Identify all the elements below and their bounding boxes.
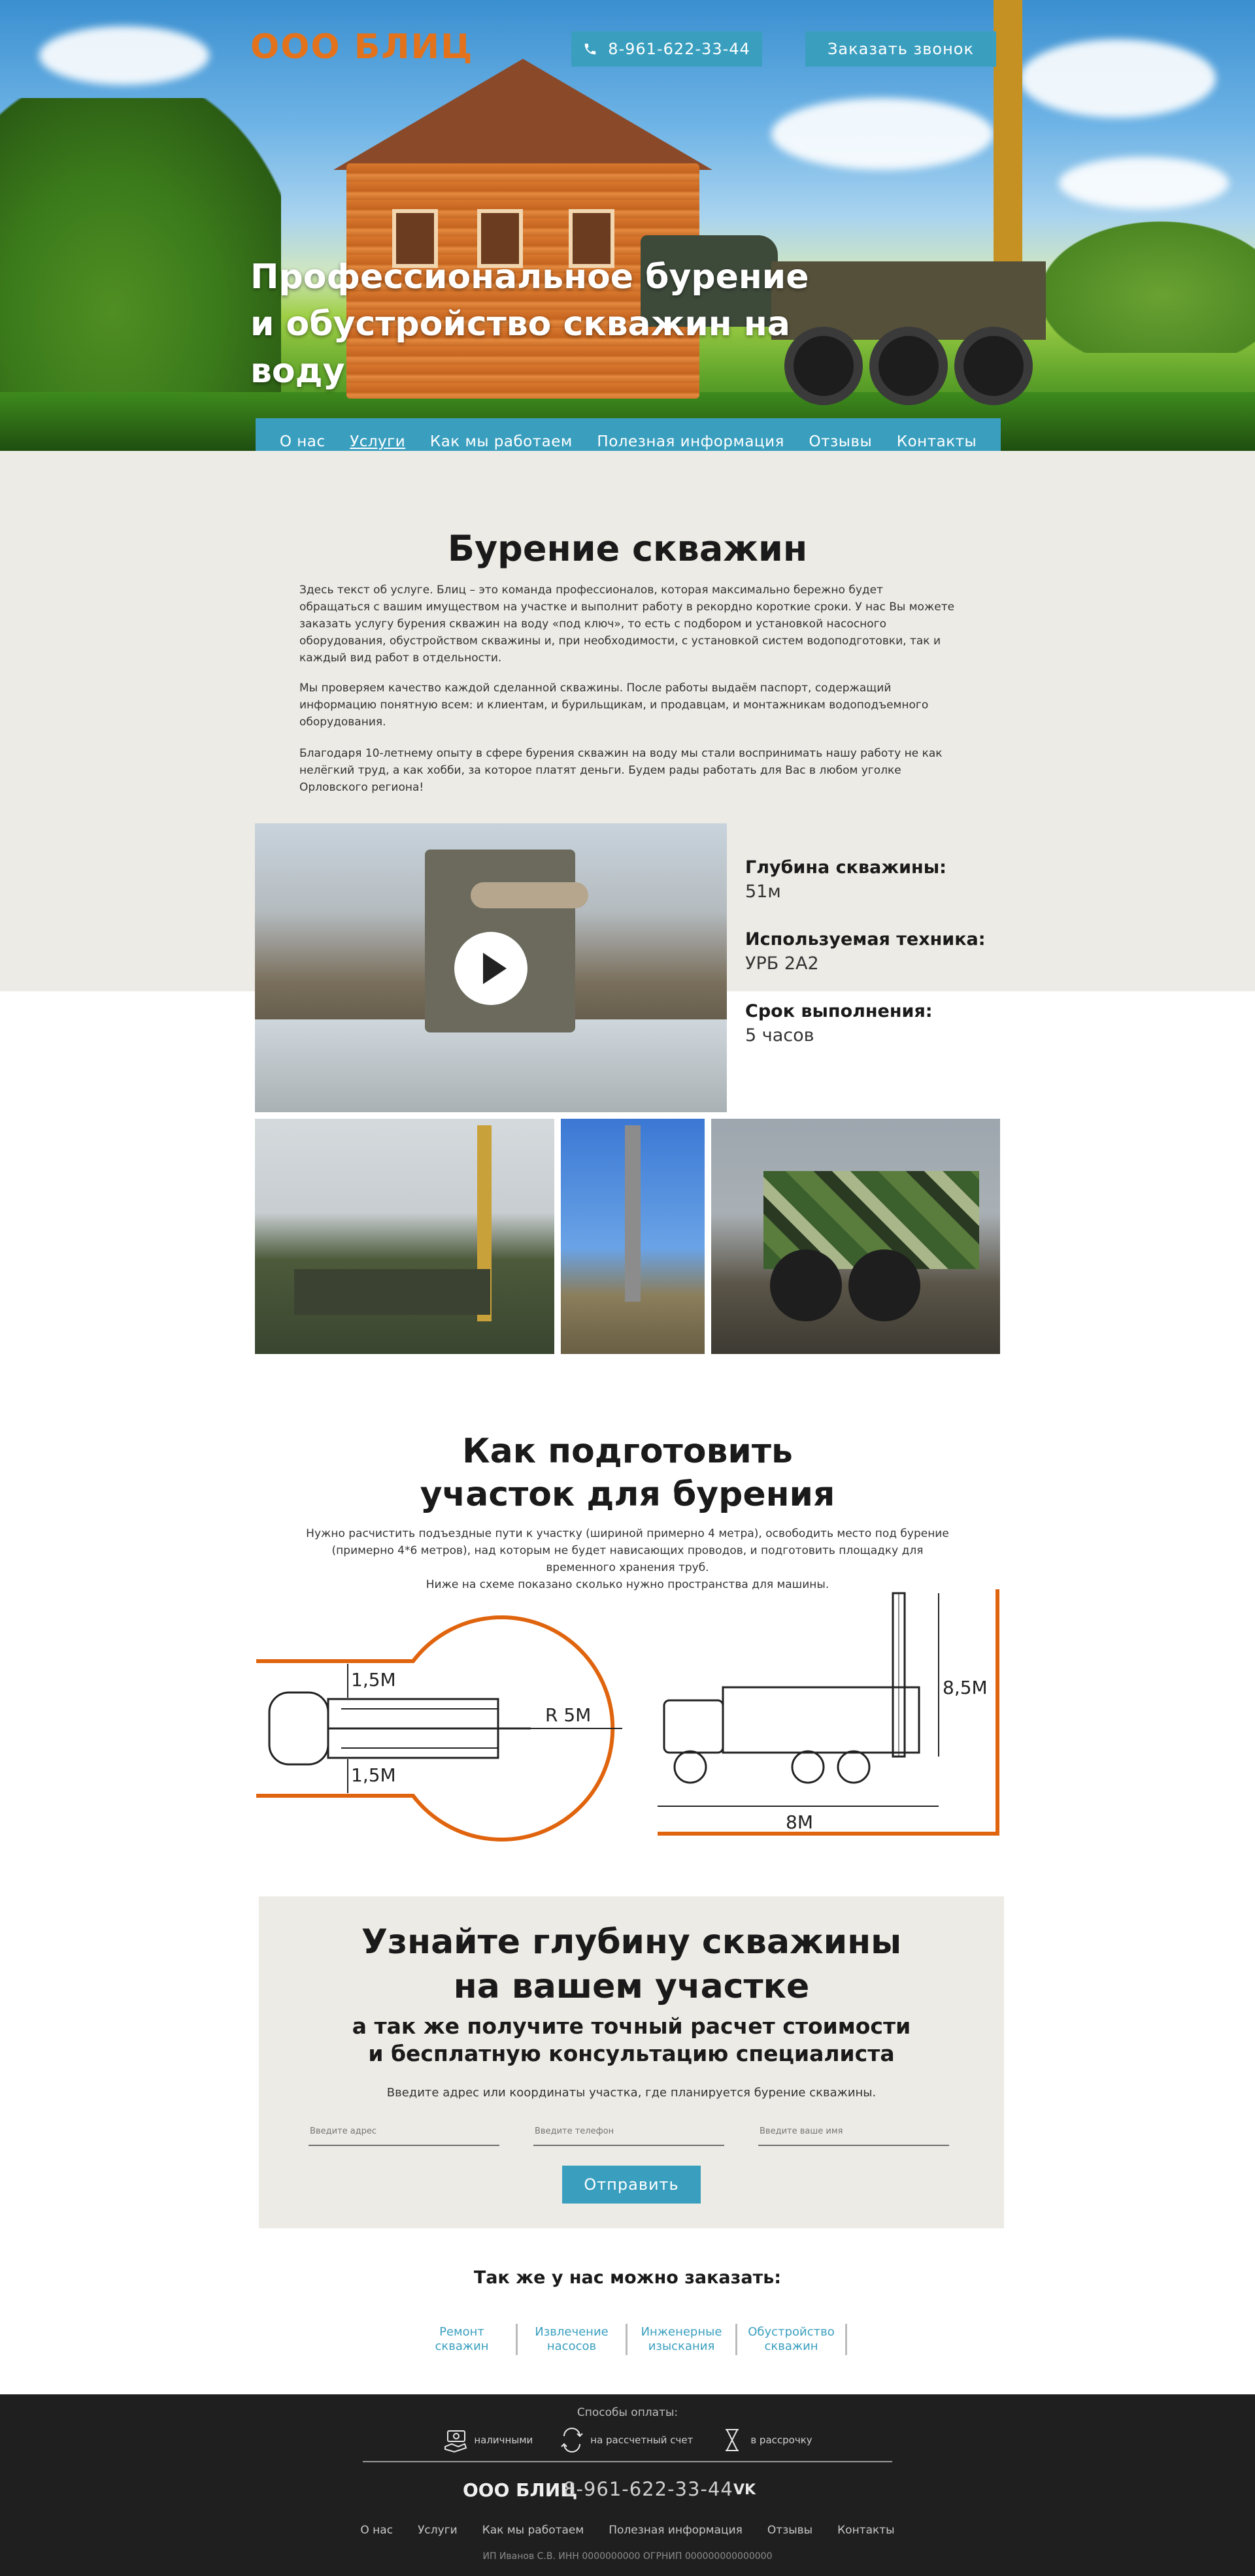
cloud bbox=[39, 26, 209, 85]
footer-nav-contacts[interactable]: Контакты bbox=[837, 2524, 895, 2537]
phone-number: 8-961-622-33-44 bbox=[608, 40, 750, 58]
prep-text-line-3: временного хранения труб. bbox=[546, 1561, 709, 1574]
depth-form-note: Введите адрес или координаты участка, гд… bbox=[386, 2086, 877, 2100]
depth-title-line-2: на вашем участке bbox=[453, 1967, 810, 2006]
footer-legal: ИП Иванов С.В. ИНН 0000000000 ОГРНИП 000… bbox=[482, 2551, 773, 2562]
phone-button[interactable]: 8-961-622-33-44 bbox=[571, 31, 762, 67]
prep-title-line-1: Как подготовить bbox=[462, 1432, 793, 1471]
payment-label: наличными bbox=[474, 2434, 533, 2446]
also-link-pump-extraction[interactable]: Извлечение насосов bbox=[518, 2324, 628, 2355]
also-order-title: Так же у нас можно заказать: bbox=[473, 2268, 782, 2288]
order-call-button[interactable]: Заказать звонок bbox=[805, 31, 996, 67]
depth-form-title: Узнайте глубину скважины на вашем участк… bbox=[259, 1920, 1004, 2009]
depth-sub-line-2: и бесплатную консультацию специалиста bbox=[368, 2041, 895, 2066]
payment-methods: наличными на рассчетный счет в рассрочку bbox=[0, 2427, 1255, 2453]
scheme-top-gap-label: 1,5М bbox=[351, 1669, 396, 1691]
footer-nav: О нас Услуги Как мы работаем Полезная ин… bbox=[0, 2524, 1255, 2537]
scheme-bottom-gap-label: 1,5М bbox=[351, 1764, 396, 1786]
payment-cash: наличными bbox=[443, 2427, 533, 2453]
footer-phone[interactable]: 8-961-622-33-44 bbox=[563, 2478, 733, 2500]
site-scheme-top-view: 1,5М 1,5М R 5М bbox=[256, 1615, 622, 1841]
scheme-radius-label: R 5М bbox=[545, 1704, 591, 1726]
hourglass-icon bbox=[726, 2429, 739, 2451]
also-link-line: изыскания bbox=[648, 2339, 715, 2353]
spec-label: Глубина скважины: bbox=[745, 857, 946, 878]
cash-hand-icon bbox=[444, 2430, 467, 2453]
scheme-boundary bbox=[658, 1589, 999, 1836]
footer-nav-services[interactable]: Услуги bbox=[418, 2524, 458, 2537]
gallery-photo-2[interactable] bbox=[561, 1119, 705, 1354]
footer-nav-reviews[interactable]: Отзывы bbox=[767, 2524, 812, 2537]
also-link-line: Инженерные bbox=[641, 2325, 722, 2339]
spec-duration: Срок выполнения: 5 часов bbox=[745, 1000, 994, 1048]
hero-title: Профессиональное бурение и обустройство … bbox=[250, 257, 809, 391]
cloud bbox=[771, 98, 994, 170]
transfer-icon bbox=[561, 2428, 583, 2452]
gallery-photo-3[interactable] bbox=[711, 1119, 1000, 1354]
nav-item-contacts[interactable]: Контакты bbox=[897, 433, 977, 450]
phone-icon bbox=[584, 43, 596, 55]
spec-label: Используемая техника: bbox=[745, 929, 986, 949]
nav-item-how-we-work[interactable]: Как мы работаем bbox=[430, 433, 573, 450]
payment-label: в рассрочку bbox=[750, 2434, 812, 2446]
play-icon[interactable] bbox=[454, 932, 527, 1005]
nav-item-about[interactable]: О нас bbox=[280, 433, 326, 450]
cloud bbox=[1059, 157, 1229, 209]
depth-sub-line-1: а так же получите точный расчет стоимост… bbox=[352, 2013, 911, 2039]
vk-icon[interactable]: VK bbox=[733, 2482, 756, 2498]
submit-button[interactable]: Отправить bbox=[562, 2166, 701, 2204]
service-title: Бурение скважин bbox=[447, 528, 808, 569]
nav-item-reviews[interactable]: Отзывы bbox=[809, 433, 873, 450]
also-link-line: Извлечение bbox=[535, 2325, 609, 2339]
cloud bbox=[1020, 39, 1216, 118]
scheme-length-label: 8М bbox=[786, 1811, 813, 1833]
depth-form-subtitle: а так же получите точный расчет стоимост… bbox=[259, 2013, 1004, 2068]
service-paragraph-1: Здесь текст об услуге. Блиц – это команд… bbox=[299, 584, 955, 665]
also-order-links: Ремонт скважин Извлечение насосов Инжене… bbox=[0, 2324, 1255, 2355]
spec-depth: Глубина скважины: 51м bbox=[745, 856, 994, 904]
service-video[interactable] bbox=[255, 823, 727, 1112]
payment-bank-account: на рассчетный счет bbox=[559, 2427, 693, 2453]
spec-value: 5 часов bbox=[745, 1025, 814, 1046]
nav-item-services[interactable]: Услуги bbox=[350, 433, 405, 450]
spec-value: 51м bbox=[745, 882, 781, 902]
also-link-repair[interactable]: Ремонт скважин bbox=[408, 2324, 518, 2355]
prep-title-line-2: участок для бурения bbox=[420, 1475, 835, 1514]
footer-nav-how-we-work[interactable]: Как мы работаем bbox=[482, 2524, 584, 2537]
also-link-line: Обустройство bbox=[748, 2325, 835, 2339]
gallery-photo-1[interactable] bbox=[255, 1119, 554, 1354]
service-paragraph-2: Мы проверяем качество каждой сделанной с… bbox=[299, 682, 929, 729]
service-specs: Глубина скважины: 51м Используемая техни… bbox=[745, 856, 994, 1072]
also-link-line: скважин bbox=[435, 2339, 489, 2353]
also-link-line: скважин bbox=[764, 2339, 818, 2353]
prep-text-line-2: (примерно 4*6 метров), над которым не бу… bbox=[331, 1544, 924, 1557]
footer-divider bbox=[363, 2461, 892, 2462]
payment-methods-title: Способы оплаты: bbox=[577, 2406, 678, 2419]
prep-text-line-1: Нужно расчистить подъездные пути к участ… bbox=[306, 1527, 949, 1540]
also-link-line: насосов bbox=[546, 2339, 597, 2353]
footer-logo[interactable]: ООО БЛИЦ bbox=[463, 2479, 577, 2501]
site-logo[interactable]: ООО БЛИЦ bbox=[250, 27, 473, 67]
service-paragraph-3: Благодаря 10-летнему опыту в сфере бурен… bbox=[299, 747, 943, 794]
phone-input[interactable] bbox=[533, 2117, 724, 2146]
spec-equipment: Используемая техника: УРБ 2А2 bbox=[745, 928, 994, 976]
depth-title-line-1: Узнайте глубину скважины bbox=[361, 1923, 902, 1962]
site-scheme-side-view: 8,5М 8М bbox=[658, 1589, 999, 1836]
also-link-well-arrangement[interactable]: Обустройство скважин bbox=[737, 2324, 847, 2355]
footer-nav-about[interactable]: О нас bbox=[360, 2524, 393, 2537]
name-input[interactable] bbox=[758, 2117, 949, 2146]
payment-installment: в рассрочку bbox=[719, 2427, 812, 2453]
hero-banner: ООО БЛИЦ 8-961-622-33-44 Заказать звонок… bbox=[0, 0, 1255, 451]
also-link-engineering-survey[interactable]: Инженерные изыскания bbox=[628, 2324, 737, 2355]
payment-label: на рассчетный счет bbox=[590, 2434, 694, 2446]
address-input[interactable] bbox=[309, 2117, 499, 2146]
depth-request-form: Узнайте глубину скважины на вашем участк… bbox=[259, 1896, 1004, 2228]
nav-item-useful-info[interactable]: Полезная информация bbox=[597, 433, 784, 450]
scheme-height-label: 8,5М bbox=[943, 1677, 988, 1698]
spec-value: УРБ 2А2 bbox=[745, 953, 819, 974]
spec-label: Срок выполнения: bbox=[745, 1001, 933, 1021]
also-link-line: Ремонт bbox=[439, 2325, 484, 2339]
footer-nav-useful-info[interactable]: Полезная информация bbox=[609, 2524, 743, 2537]
site-footer: Способы оплаты: наличными на рассчетный … bbox=[0, 2394, 1255, 2576]
